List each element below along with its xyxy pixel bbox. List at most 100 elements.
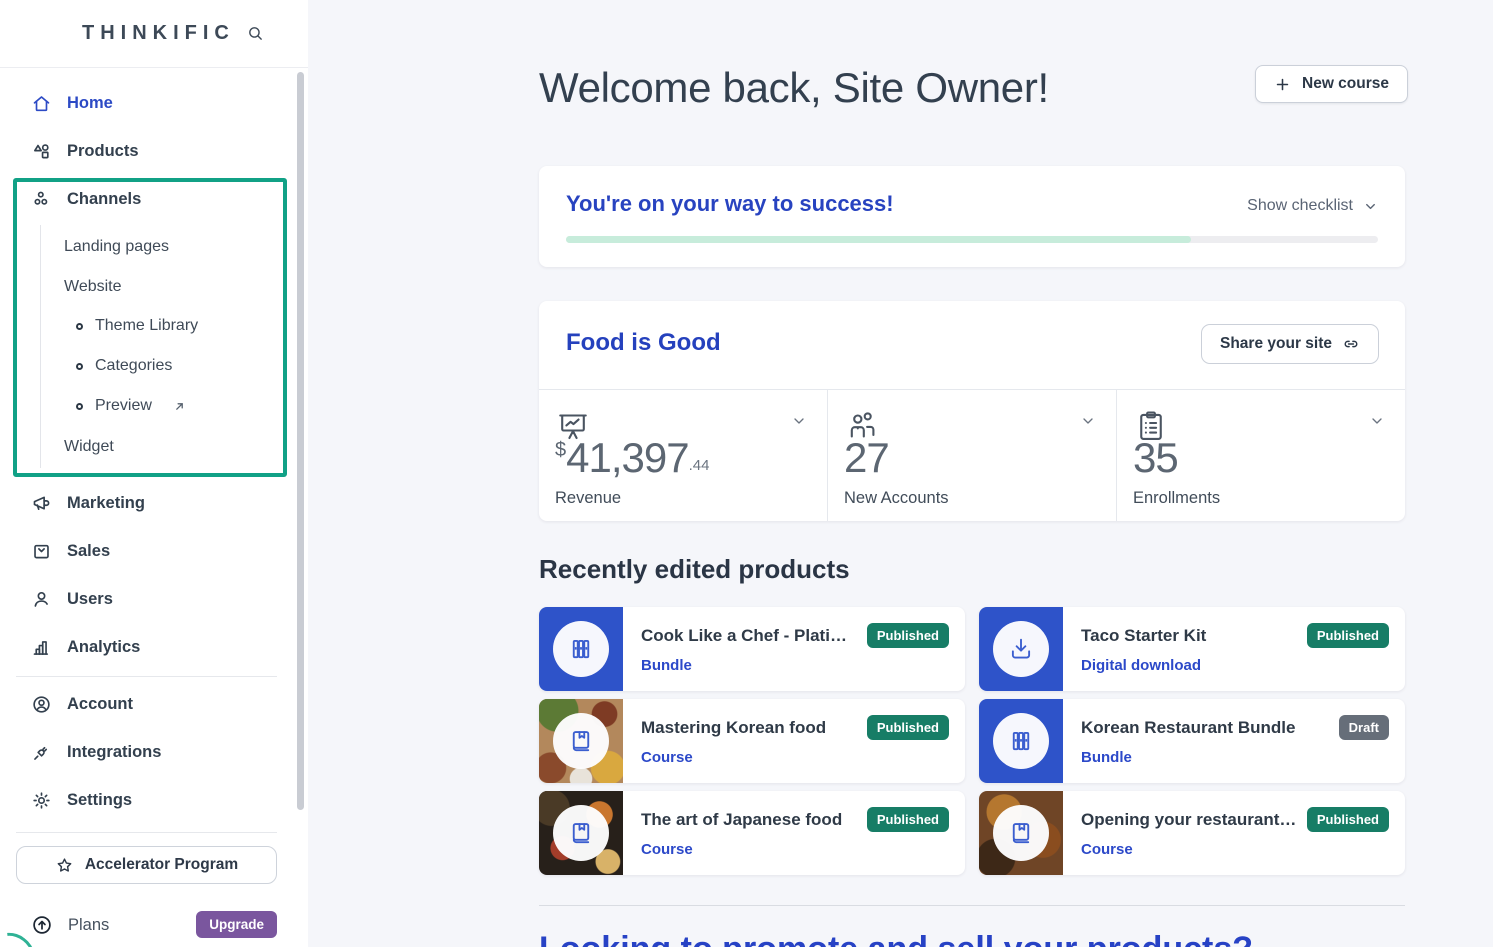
- share-site-label: Share your site: [1220, 335, 1332, 353]
- search-icon[interactable]: [247, 25, 264, 42]
- stat-revenue: $41,397.44 Revenue: [539, 390, 827, 521]
- sidebar-item-channels[interactable]: Channels: [0, 175, 292, 223]
- sub-item-label: Theme Library: [95, 317, 198, 335]
- checklist-progress-bar: [566, 236, 1378, 243]
- sidebar: THINKIFIC Home Products Channels: [0, 0, 308, 947]
- sidebar-item-home[interactable]: Home: [0, 79, 292, 127]
- product-type-link[interactable]: Bundle: [641, 657, 692, 674]
- sidebar-item-products[interactable]: Products: [0, 127, 292, 175]
- product-type-link[interactable]: Course: [641, 841, 693, 858]
- sidebar-item-label: Home: [67, 94, 113, 113]
- plus-icon: [1274, 76, 1291, 93]
- gear-icon: [31, 790, 52, 811]
- page-title: Welcome back, Site Owner!: [539, 64, 1049, 112]
- section-divider: [539, 905, 1405, 906]
- product-card[interactable]: Cook Like a Chef - Platinu… Published Bu…: [539, 607, 965, 691]
- product-card[interactable]: Korean Restaurant Bundle Draft Bundle: [979, 699, 1405, 783]
- sub-item-label: Widget: [64, 438, 114, 456]
- sidebar-item-landing-pages[interactable]: Landing pages: [0, 227, 280, 267]
- download-icon: [993, 621, 1049, 677]
- revenue-value: $41,397.44: [555, 434, 709, 482]
- currency-symbol: $: [555, 439, 565, 482]
- sub-item-label: Preview: [95, 397, 152, 415]
- sidebar-item-widget[interactable]: Widget: [0, 427, 280, 467]
- site-overview-card: Food is Good Share your site $41,397.44 …: [539, 301, 1405, 521]
- site-stats-row: $41,397.44 Revenue 27 New Accounts: [539, 389, 1405, 521]
- upgrade-badge[interactable]: Upgrade: [196, 911, 277, 938]
- product-thumbnail-bundle: [539, 607, 623, 691]
- status-badge: Published: [867, 715, 949, 740]
- new-course-button[interactable]: New course: [1255, 65, 1408, 103]
- sidebar-item-label: Products: [67, 142, 139, 161]
- home-icon: [31, 93, 52, 114]
- show-checklist-button[interactable]: Show checklist: [1247, 197, 1378, 215]
- product-thumbnail-bundle: [979, 699, 1063, 783]
- link-icon: [1342, 335, 1360, 353]
- product-type-link[interactable]: Course: [1081, 841, 1133, 858]
- status-badge: Published: [1307, 807, 1389, 832]
- sidebar-item-categories[interactable]: Categories: [0, 346, 280, 386]
- book-icon: [993, 805, 1049, 861]
- product-type-link[interactable]: Bundle: [1081, 749, 1132, 766]
- thinkific-dashboard: THINKIFIC Home Products Channels: [0, 0, 1493, 947]
- sidebar-item-settings[interactable]: Settings: [0, 776, 292, 824]
- bar-chart-icon: [31, 637, 52, 658]
- bullet-icon: [76, 323, 83, 330]
- binder-icon: [993, 713, 1049, 769]
- accelerator-program-button[interactable]: Accelerator Program: [16, 846, 277, 884]
- sidebar-item-theme-library[interactable]: Theme Library: [0, 306, 280, 346]
- progress-fill: [566, 236, 1191, 243]
- chevron-down-icon[interactable]: [1080, 413, 1096, 429]
- sidebar-item-sales[interactable]: Sales: [0, 527, 292, 575]
- new-accounts-value: 27: [844, 434, 889, 482]
- stat-label: Enrollments: [1133, 489, 1220, 508]
- sidebar-scrollbar[interactable]: [297, 72, 304, 810]
- sidebar-item-analytics[interactable]: Analytics: [0, 623, 292, 671]
- sidebar-item-plans[interactable]: Plans: [31, 905, 109, 945]
- sidebar-item-users[interactable]: Users: [0, 575, 292, 623]
- sidebar-item-preview[interactable]: Preview: [0, 386, 280, 426]
- sidebar-item-account[interactable]: Account: [0, 680, 292, 728]
- stat-label: Revenue: [555, 489, 621, 508]
- sidebar-item-label: Marketing: [67, 494, 145, 513]
- sidebar-item-label: Account: [67, 695, 133, 714]
- product-type-link[interactable]: Digital download: [1081, 657, 1201, 674]
- sidebar-divider: [16, 676, 277, 677]
- chevron-down-icon[interactable]: [1369, 413, 1385, 429]
- new-course-label: New course: [1302, 75, 1389, 93]
- bullet-icon: [76, 403, 83, 410]
- status-badge: Published: [1307, 623, 1389, 648]
- product-card[interactable]: Opening your restaurant … Published Cour…: [979, 791, 1405, 875]
- sidebar-divider: [16, 832, 277, 833]
- book-icon: [553, 805, 609, 861]
- chevron-down-icon: [1363, 199, 1378, 214]
- enrollments-value: 35: [1133, 434, 1178, 482]
- chevron-down-icon[interactable]: [791, 413, 807, 429]
- sidebar-item-label: Analytics: [67, 638, 140, 657]
- product-thumbnail-korean-food-photo: [539, 699, 623, 783]
- sidebar-item-marketing[interactable]: Marketing: [0, 479, 292, 527]
- share-your-site-button[interactable]: Share your site: [1201, 324, 1379, 364]
- binder-icon: [553, 621, 609, 677]
- sub-item-label: Website: [64, 278, 122, 296]
- sidebar-item-integrations[interactable]: Integrations: [0, 728, 292, 776]
- sidebar-item-label: Channels: [67, 190, 141, 209]
- site-name: Food is Good: [566, 329, 721, 357]
- status-badge: Published: [867, 807, 949, 832]
- product-card[interactable]: The art of Japanese food Published Cours…: [539, 791, 965, 875]
- sidebar-item-label: Integrations: [67, 743, 161, 762]
- sidebar-item-label: Users: [67, 590, 113, 609]
- account-circle-icon: [31, 694, 52, 715]
- stat-new-accounts: 27 New Accounts: [827, 390, 1116, 521]
- shopping-bag-icon: [31, 541, 52, 562]
- book-icon: [553, 713, 609, 769]
- product-title: Cook Like a Chef - Platinu…: [641, 626, 857, 646]
- products-icon: [31, 141, 52, 162]
- product-card[interactable]: Taco Starter Kit Published Digital downl…: [979, 607, 1405, 691]
- megaphone-icon: [31, 493, 52, 514]
- sidebar-item-website[interactable]: Website: [0, 267, 280, 307]
- arrow-up-circle-icon: [31, 914, 53, 936]
- product-card[interactable]: Mastering Korean food Published Course: [539, 699, 965, 783]
- product-type-link[interactable]: Course: [641, 749, 693, 766]
- stat-label: New Accounts: [844, 489, 949, 508]
